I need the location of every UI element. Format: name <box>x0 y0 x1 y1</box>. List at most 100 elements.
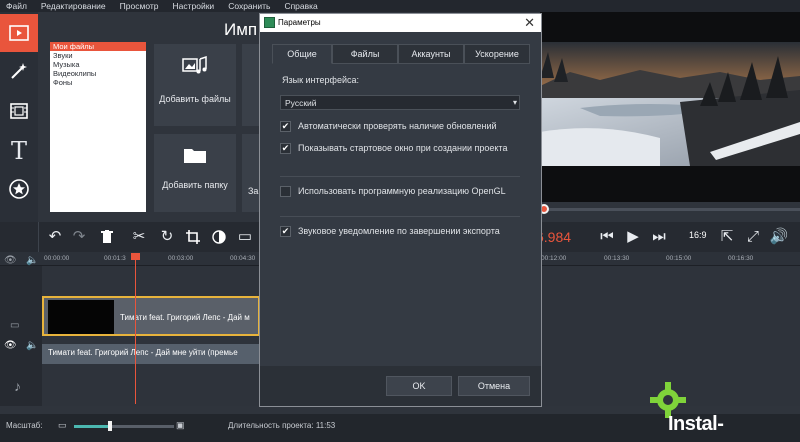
start-window-label: Показывать стартовое окно при создании п… <box>298 143 508 153</box>
menu-view[interactable]: Просмотр <box>120 0 159 12</box>
delete-icon[interactable] <box>96 226 118 248</box>
play-icon[interactable]: ▶ <box>622 226 644 248</box>
dialog-title: Параметры <box>278 18 321 27</box>
track-speaker-icon[interactable]: 🔈 <box>26 340 38 351</box>
track-eye-icon[interactable]: 👁 <box>4 340 17 351</box>
auto-update-checkbox[interactable]: ✔ <box>280 121 291 132</box>
import-title: Имп <box>224 20 258 39</box>
import-tile-partial-2[interactable]: За <box>242 134 260 212</box>
stabilize-icon[interactable]: ▭ <box>234 226 256 248</box>
ruler-tick: 00:13:30 <box>604 255 630 262</box>
add-folder-button[interactable]: Добавить папку <box>154 134 236 212</box>
video-clip[interactable]: Тимати feat. Григорий Лепс - Дай м <box>42 296 260 336</box>
menu-edit[interactable]: Редактирование <box>41 0 106 12</box>
magic-wand-icon[interactable] <box>0 52 38 90</box>
dialog-titlebar[interactable]: Параметры ✕ <box>260 14 541 32</box>
project-duration: Длительность проекта: 11:53 <box>228 421 335 430</box>
duration-value: 11:53 <box>315 421 336 430</box>
tab-accounts[interactable]: Аккаунты <box>398 44 464 64</box>
ruler-tick: 00:00:00 <box>44 255 70 262</box>
playhead[interactable] <box>135 254 136 404</box>
category-backgrounds[interactable]: Фоны <box>50 78 146 87</box>
category-my-files[interactable]: Мои файлы <box>50 42 146 51</box>
language-select[interactable]: Русский ▾ <box>280 95 520 110</box>
clip-thumbnail <box>48 300 114 334</box>
collapse-panel-icon[interactable]: ‹ <box>132 120 137 136</box>
divider <box>280 216 520 217</box>
skip-back-icon[interactable]: ⏮ <box>596 226 618 248</box>
audio-clip-title: Тимати feat. Григорий Лепс - Дай мне уйт… <box>48 348 238 357</box>
app-icon <box>264 17 275 28</box>
tab-general[interactable]: Общие <box>272 44 332 64</box>
rotate-icon[interactable]: ↻ <box>156 226 178 248</box>
dialog-tabs: Общие Файлы Аккаунты Ускорение <box>272 44 530 64</box>
volume-icon[interactable]: 🔊 <box>768 226 790 248</box>
settings-dialog: Параметры ✕ Общие Файлы Аккаунты Ускорен… <box>259 13 542 407</box>
ruler-tick: 00:01:3 <box>104 255 126 262</box>
category-sounds[interactable]: Звуки <box>50 51 146 60</box>
import-icon[interactable] <box>0 14 38 52</box>
category-videoclips[interactable]: Видеоклипы <box>50 69 146 78</box>
tool-rail: T <box>0 12 38 252</box>
auto-update-label: Автоматически проверять наличие обновлен… <box>298 121 497 131</box>
export-frame-icon[interactable]: ⇱ <box>716 226 738 248</box>
crop-icon[interactable] <box>182 226 204 248</box>
add-media-icon <box>182 55 208 78</box>
video-clip-title: Тимати feat. Григорий Лепс - Дай м <box>120 313 250 322</box>
menu-save[interactable]: Сохранить <box>228 0 270 12</box>
close-icon[interactable]: ✕ <box>524 15 535 31</box>
duration-label: Длительность проекта: <box>228 421 314 430</box>
chevron-down-icon: ▾ <box>512 98 517 107</box>
software-opengl-checkbox[interactable] <box>280 186 291 197</box>
language-value: Русский <box>285 98 317 108</box>
zoom-out-icon[interactable]: ▭ <box>58 420 67 431</box>
star-icon[interactable] <box>0 170 38 208</box>
preview-frame <box>540 42 800 166</box>
menu-settings[interactable]: Настройки <box>173 0 215 12</box>
track-header <box>0 266 42 406</box>
audio-clip[interactable]: Тимати feat. Григорий Лепс - Дай мне уйт… <box>42 344 260 364</box>
ruler-tick: 00:04:30 <box>230 255 256 262</box>
video-editor-window: Файл Редактирование Просмотр Настройки С… <box>0 0 800 442</box>
music-track-icon: ♪ <box>14 378 21 394</box>
import-tile-partial[interactable] <box>242 44 260 126</box>
text-icon[interactable]: T <box>0 132 38 170</box>
ruler-tick: 00:12:00 <box>541 255 567 262</box>
ruler-tick: 00:15:00 <box>666 255 692 262</box>
folder-icon <box>182 146 208 168</box>
export-sound-checkbox[interactable]: ✔ <box>280 226 291 237</box>
menu-bar: Файл Редактирование Просмотр Настройки С… <box>0 0 800 12</box>
export-sound-label: Звуковое уведомление по завершении экспо… <box>298 226 500 236</box>
zoom-slider-handle[interactable] <box>108 421 112 431</box>
playhead-handle[interactable] <box>131 253 140 260</box>
ok-button[interactable]: OK <box>386 376 452 396</box>
cancel-button[interactable]: Отмена <box>458 376 530 396</box>
menu-file[interactable]: Файл <box>6 0 27 12</box>
color-adjust-icon[interactable] <box>208 226 230 248</box>
tab-acceleration[interactable]: Ускорение <box>464 44 530 64</box>
video-track-icon: ▭ <box>10 320 20 331</box>
eye-icon[interactable]: 👁 <box>4 255 17 266</box>
tab-files[interactable]: Файлы <box>332 44 398 64</box>
skip-forward-icon[interactable]: ⏭ <box>648 226 670 248</box>
software-opengl-label: Использовать программную реализацию Open… <box>298 186 506 196</box>
ruler-tick: 00:03:00 <box>168 255 194 262</box>
cut-icon[interactable]: ✂ <box>128 226 150 248</box>
scale-label: Масштаб: <box>6 421 43 430</box>
redo-icon[interactable]: ↷ <box>68 226 90 248</box>
language-label: Язык интерфейса: <box>282 75 360 85</box>
menu-help[interactable]: Справка <box>284 0 317 12</box>
aspect-ratio-button[interactable]: 16:9 <box>689 230 707 240</box>
add-files-button[interactable]: Добавить файлы <box>154 44 236 126</box>
zoom-in-icon[interactable]: ▣ <box>176 420 185 431</box>
speaker-icon[interactable]: 🔈 <box>26 255 38 266</box>
add-folder-label: Добавить папку <box>162 180 228 190</box>
start-window-checkbox[interactable]: ✔ <box>280 143 291 154</box>
film-icon[interactable] <box>0 92 38 130</box>
add-files-label: Добавить файлы <box>159 94 231 104</box>
preview-scrubber[interactable] <box>540 208 800 211</box>
undo-icon[interactable]: ↶ <box>44 226 66 248</box>
category-music[interactable]: Музыка <box>50 60 146 69</box>
toolbar-divider <box>38 222 39 252</box>
fullscreen-icon[interactable]: ⤢ <box>742 226 764 248</box>
